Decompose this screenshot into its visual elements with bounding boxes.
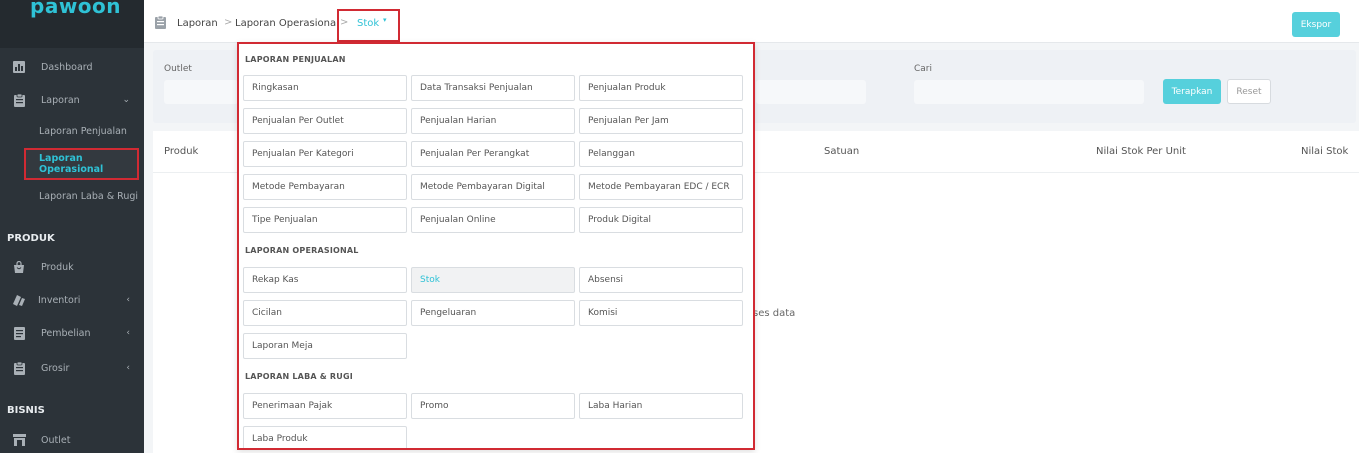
dropdown-item-absensi[interactable]: Absensi — [579, 267, 743, 293]
column-header-satuan[interactable]: Satuan — [824, 146, 859, 157]
report-dropdown-menu: LAPORAN PENJUALAN Ringkasan Data Transak… — [237, 42, 755, 450]
sidebar-item-label: Pembelian — [41, 327, 91, 339]
clipboard-icon — [155, 15, 166, 29]
dropdown-item-penjualan-produk[interactable]: Penjualan Produk — [579, 75, 743, 101]
dropdown-item-metode-pembayaran-digital[interactable]: Metode Pembayaran Digital — [411, 174, 575, 200]
dropdown-item-produk-digital[interactable]: Produk Digital — [579, 207, 743, 233]
section-title-bisnis: BISNIS — [7, 405, 45, 416]
dropdown-item-laba-harian[interactable]: Laba Harian — [579, 393, 743, 419]
dropdown-item-penerimaan-pajak[interactable]: Penerimaan Pajak — [243, 393, 407, 419]
sidebar-item-grosir[interactable]: Grosir ‹ — [0, 355, 144, 381]
dropdown-item-penjualan-per-jam[interactable]: Penjualan Per Jam — [579, 108, 743, 134]
search-input[interactable] — [914, 80, 1144, 104]
reset-button[interactable]: Reset — [1227, 79, 1271, 104]
sidebar-item-outlet[interactable]: Outlet — [0, 427, 144, 453]
dropdown-item-penjualan-per-kategori[interactable]: Penjualan Per Kategori — [243, 141, 407, 167]
dropdown-section-operasional: LAPORAN OPERASIONAL — [245, 246, 359, 255]
column-header-nilai-stok-per-unit[interactable]: Nilai Stok Per Unit — [1096, 146, 1186, 157]
dropdown-item-metode-pembayaran-edc-ecr[interactable]: Metode Pembayaran EDC / ECR — [579, 174, 743, 200]
dropdown-item-penjualan-per-perangkat[interactable]: Penjualan Per Perangkat — [411, 141, 575, 167]
section-title-produk: PRODUK — [7, 233, 55, 244]
sidebar: pawoon Dashboard Laporan ⌄ Laporan Penju… — [0, 0, 144, 453]
box-icon — [12, 293, 26, 307]
dropdown-section-laba-rugi: LAPORAN LABA & RUGI — [245, 372, 353, 381]
dropdown-item-penjualan-per-outlet[interactable]: Penjualan Per Outlet — [243, 108, 407, 134]
sidebar-subitem-laporan-penjualan[interactable]: Laporan Penjualan — [0, 118, 144, 144]
dropdown-item-data-transaksi-penjualan[interactable]: Data Transaksi Penjualan — [411, 75, 575, 101]
dropdown-section-penjualan: LAPORAN PENJUALAN — [245, 55, 346, 64]
filter-select[interactable] — [756, 80, 866, 104]
dropdown-item-komisi[interactable]: Komisi — [579, 300, 743, 326]
empty-state-text: ses data — [753, 308, 796, 319]
sidebar-item-label: Produk — [41, 261, 74, 273]
breadcrumb-stok-dropdown[interactable]: Stok — [357, 18, 379, 29]
sidebar-subitem-label: Laporan Penjualan — [39, 125, 127, 137]
dropdown-item-tipe-penjualan[interactable]: Tipe Penjualan — [243, 207, 407, 233]
chart-icon — [12, 60, 26, 74]
column-header-nilai-stok[interactable]: Nilai Stok — [1301, 146, 1348, 157]
sidebar-subitem-label: Laporan Operasional — [39, 153, 104, 175]
store-icon — [12, 433, 26, 447]
chevron-left-icon: ‹ — [126, 363, 130, 373]
sidebar-item-inventori[interactable]: Inventori ‹ — [0, 287, 144, 313]
outlet-select[interactable] — [164, 80, 238, 104]
sidebar-item-pembelian[interactable]: Pembelian ‹ — [0, 320, 144, 346]
sidebar-item-laporan[interactable]: Laporan ⌄ — [0, 87, 144, 113]
dropdown-item-penjualan-online[interactable]: Penjualan Online — [411, 207, 575, 233]
sidebar-subitem-laporan-operasional[interactable]: Laporan Operasional — [24, 148, 139, 180]
chevron-left-icon: ‹ — [126, 295, 130, 305]
dropdown-item-laba-produk[interactable]: Laba Produk — [243, 426, 407, 448]
sidebar-item-label: Grosir — [41, 362, 70, 374]
caret-down-icon: ▾ — [383, 16, 387, 24]
sidebar-item-label: Inventori — [38, 294, 81, 306]
chevron-down-icon: ⌄ — [122, 95, 130, 105]
sidebar-item-label: Dashboard — [41, 61, 93, 73]
dropdown-item-promo[interactable]: Promo — [411, 393, 575, 419]
pawoon-logo[interactable]: pawoon — [30, 0, 121, 18]
breadcrumb-separator: > — [224, 17, 233, 28]
dropdown-item-laporan-meja[interactable]: Laporan Meja — [243, 333, 407, 359]
chevron-left-icon: ‹ — [126, 328, 130, 338]
dropdown-item-pelanggan[interactable]: Pelanggan — [579, 141, 743, 167]
sidebar-subitem-label: Laporan Laba & Rugi — [39, 190, 139, 202]
sidebar-item-dashboard[interactable]: Dashboard — [0, 54, 144, 80]
search-label: Cari — [914, 64, 932, 74]
outlet-label: Outlet — [164, 64, 192, 74]
sidebar-item-label: Laporan — [41, 94, 80, 106]
dropdown-item-penjualan-harian[interactable]: Penjualan Harian — [411, 108, 575, 134]
clipboard-icon — [12, 93, 26, 107]
clipboard-icon — [12, 361, 26, 375]
column-header-produk[interactable]: Produk — [164, 146, 198, 157]
sidebar-item-produk[interactable]: Produk — [0, 254, 144, 280]
document-icon — [12, 326, 26, 340]
top-header: Laporan > Laporan Operasional > Stok ▾ E… — [144, 0, 1359, 43]
dropdown-item-pengeluaran[interactable]: Pengeluaran — [411, 300, 575, 326]
breadcrumb-laporan[interactable]: Laporan — [177, 18, 218, 29]
apply-button[interactable]: Terapkan — [1163, 79, 1221, 104]
sidebar-item-label: Outlet — [41, 434, 71, 446]
dropdown-item-metode-pembayaran[interactable]: Metode Pembayaran — [243, 174, 407, 200]
export-button[interactable]: Ekspor — [1292, 12, 1340, 37]
sidebar-subitem-laporan-laba-rugi[interactable]: Laporan Laba & Rugi — [0, 183, 144, 209]
dropdown-item-rekap-kas[interactable]: Rekap Kas — [243, 267, 407, 293]
dropdown-item-ringkasan[interactable]: Ringkasan — [243, 75, 407, 101]
breadcrumb-laporan-operasional[interactable]: Laporan Operasional — [235, 18, 339, 29]
dropdown-item-cicilan[interactable]: Cicilan — [243, 300, 407, 326]
brand-bar: pawoon — [0, 0, 144, 48]
bag-icon — [12, 260, 26, 274]
dropdown-item-stok[interactable]: Stok — [411, 267, 575, 293]
